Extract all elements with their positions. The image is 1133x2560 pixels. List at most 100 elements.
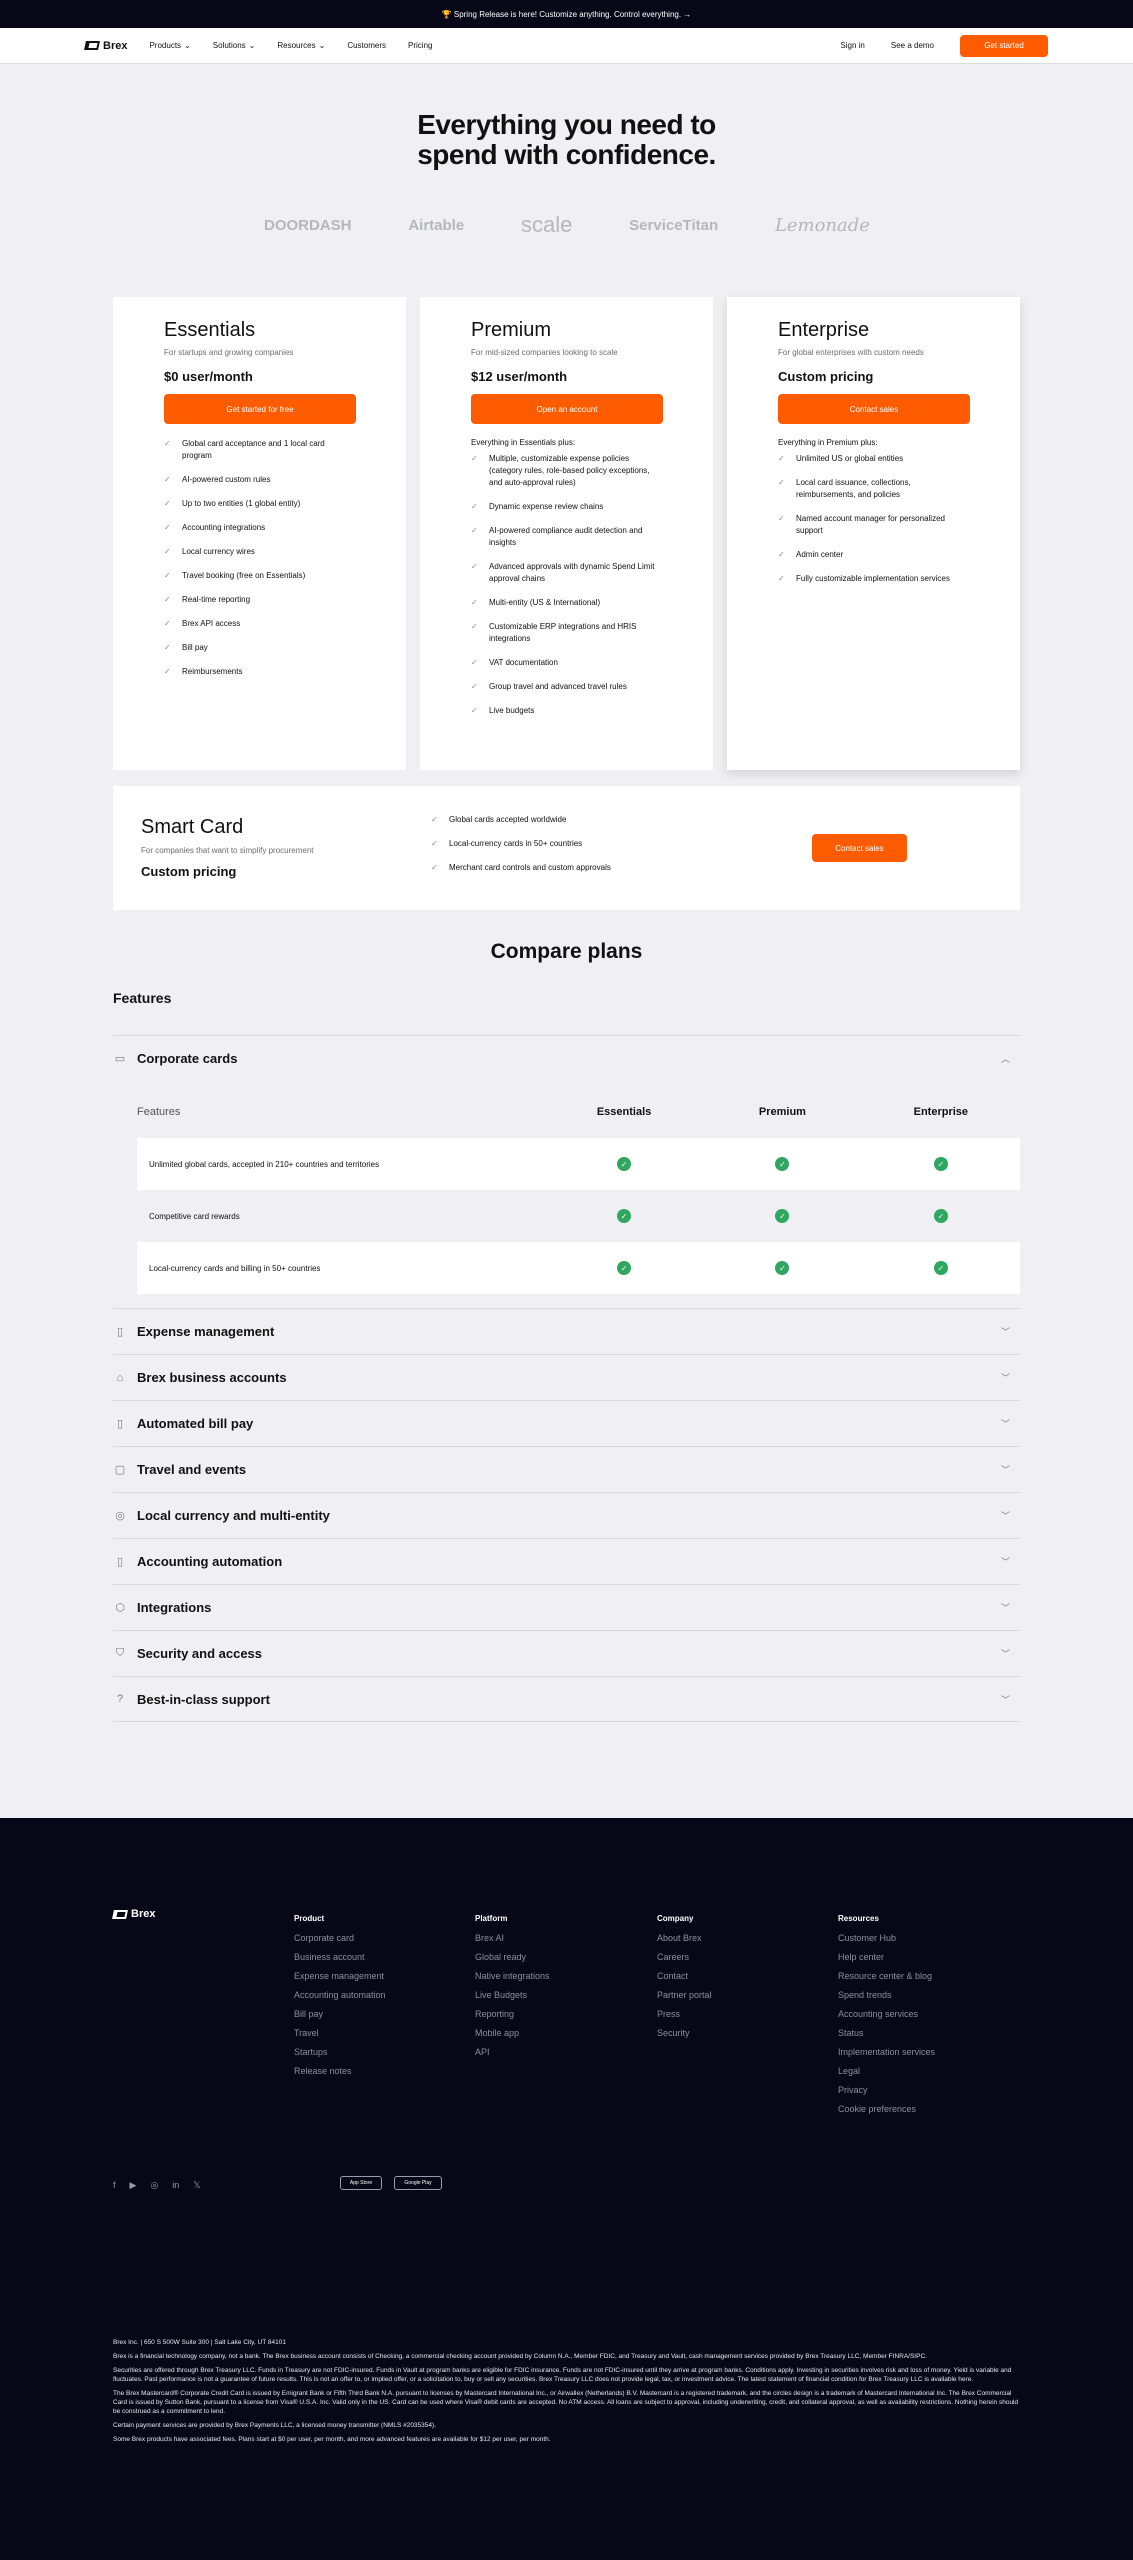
footer-link[interactable]: Business account (294, 1948, 386, 1967)
footer-link[interactable]: API (475, 2043, 550, 2062)
nav-resources[interactable]: Resources ⌄ (277, 41, 325, 50)
check-icon: ✓ (471, 622, 478, 631)
accordion-bill-pay[interactable]: ▯ Automated bill pay ﹀ (113, 1400, 1020, 1446)
footer-brex-logo[interactable]: Brex (112, 1908, 155, 1920)
footer-link[interactable]: Startups (294, 2043, 386, 2062)
youtube-icon[interactable]: ▶ (130, 2180, 137, 2191)
nav-solutions[interactable]: Solutions ⌄ (213, 41, 256, 50)
customer-logos: DOORDASH Airtable scale ServiceTitan Lem… (264, 212, 870, 238)
accordion-travel-events[interactable]: ▢ Travel and events ﹀ (113, 1446, 1020, 1492)
footer-link[interactable]: Corporate card (294, 1929, 386, 1948)
chevron-down-icon: ﹀ (1000, 1511, 1010, 1521)
get-started-free-button[interactable]: Get started for free (164, 394, 356, 424)
footer-link[interactable]: Native integrations (475, 1967, 550, 1986)
footer-link[interactable]: Careers (657, 1948, 712, 1967)
plan-feature: ✓ AI-powered custom rules (164, 475, 271, 484)
plan-feature: ✓ VAT documentation (471, 658, 558, 667)
footer-link[interactable]: Cookie preferences (838, 2100, 935, 2119)
plan-name: Enterprise (778, 319, 870, 341)
plan-feature: ✓ Advanced approvals with dynamic Spend L… (471, 562, 655, 583)
top-nav: Brex Products ⌄ Solutions ⌄ Resources ⌄ Cus… (0, 28, 1133, 64)
plan-feature: ✓ Real-time reporting (164, 595, 251, 604)
chevron-down-icon: ⌄ (184, 41, 191, 50)
footer-link[interactable]: Contact (657, 1967, 712, 1986)
accordion-corporate-cards[interactable]: ▭ Corporate cards ︿ (113, 1035, 1020, 1081)
plan-subtitle: For startups and growing companies (164, 348, 294, 357)
sign-in-link[interactable]: Sign in (840, 41, 864, 50)
table-row: Unlimited global cards, accepted in 210+… (137, 1138, 1020, 1190)
plan-feature: ✓ Named account manager for personalized … (778, 514, 945, 535)
facebook-icon[interactable]: f (113, 2180, 116, 2191)
footer-link[interactable]: Reporting (475, 2005, 550, 2024)
footer-link[interactable]: Expense management (294, 1967, 386, 1986)
plan-features: ✓ Global cards accepted worldwide ✓ Local-… (431, 814, 611, 886)
check-circle-icon: ✓ (933, 1261, 948, 1275)
plan-feature: ✓ Brex API access (164, 619, 241, 628)
footer-link[interactable]: Status (838, 2024, 935, 2043)
servicetitan-logo: ServiceTitan (629, 216, 719, 234)
nav-customers[interactable]: Customers (347, 41, 386, 50)
footer-link[interactable]: Bill pay (294, 2005, 386, 2024)
announcement-banner[interactable]: 🏆 Spring Release is here! Customize anyt… (0, 0, 1133, 28)
footer-link[interactable]: Travel (294, 2024, 386, 2043)
footer-link[interactable]: Live Budgets (475, 1986, 550, 2005)
plan-subtitle: For global enterprises with custom needs (778, 348, 924, 357)
google-play-badge[interactable]: Google Play (394, 2176, 442, 2190)
accordion-integrations[interactable]: ⬡ Integrations ﹀ (113, 1584, 1020, 1630)
smart-card-contact-sales-button[interactable]: Contact sales (812, 834, 907, 862)
check-circle-icon: ✓ (933, 1209, 948, 1223)
app-store-badge[interactable]: App Store (340, 2176, 382, 2190)
footer-link[interactable]: Brex AI (475, 1929, 550, 1948)
get-started-button[interactable]: Get started (960, 34, 1048, 57)
see-demo-link[interactable]: See a demo (891, 41, 934, 50)
accordion-accounting-automation[interactable]: ▯ Accounting automation ﹀ (113, 1538, 1020, 1584)
accordion-security-access[interactable]: ⛉ Security and access ﹀ (113, 1630, 1020, 1676)
plan-features: ✓ Unlimited US or global entities ✓ Local … (778, 453, 969, 585)
contact-sales-button[interactable]: Contact sales (778, 394, 970, 424)
compare-table-header: Features Essentials Premium Enterprise (137, 1106, 969, 1118)
puzzle-icon: ⬡ (115, 1602, 125, 1614)
footer-link[interactable]: Resource center & blog (838, 1967, 935, 1986)
instagram-icon[interactable]: ◎ (150, 2180, 158, 2191)
footer-link[interactable]: Help center (838, 1948, 935, 1967)
footer-link[interactable]: Global ready (475, 1948, 550, 1967)
footer-link[interactable]: Customer Hub (838, 1929, 935, 1948)
plan-features: ✓ Multiple, customizable expense policies… (471, 453, 662, 717)
footer-link[interactable]: Legal (838, 2062, 935, 2081)
nav-products[interactable]: Products ⌄ (149, 41, 190, 50)
hero-title: Everything you need to spend with confide… (417, 109, 716, 170)
footer-link[interactable]: Mobile app (475, 2024, 550, 2043)
footer-link[interactable]: Accounting automation (294, 1986, 386, 2005)
plan-feature: ✓ Multi-entity (US & International) (471, 598, 601, 607)
plan-feature: ✓ Live budgets (471, 706, 535, 715)
chevron-down-icon: ﹀ (1000, 1327, 1010, 1337)
footer-link[interactable]: Privacy (838, 2081, 935, 2100)
plan-feature: ✓ Bill pay (164, 643, 208, 652)
legal-text: Brex Inc. | 650 S 500W Suite 300 | Salt … (113, 2339, 286, 2346)
brex-logo-icon (84, 41, 100, 50)
footer-link[interactable]: Security (657, 2024, 712, 2043)
linkedin-icon[interactable]: in (172, 2180, 179, 2191)
check-icon: ✓ (778, 478, 785, 487)
nav-pricing[interactable]: Pricing (408, 41, 432, 50)
footer-link[interactable]: Release notes (294, 2062, 386, 2081)
plan-name: Premium (471, 319, 552, 341)
accordion-local-currency[interactable]: ◎ Local currency and multi-entity ﹀ (113, 1492, 1020, 1538)
banner-text[interactable]: 🏆 Spring Release is here! Customize anyt… (442, 10, 692, 19)
accordion-expense-management[interactable]: ▯ Expense management ﹀ (113, 1308, 1020, 1354)
footer-link[interactable]: Partner portal (657, 1986, 712, 2005)
open-account-button[interactable]: Open an account (471, 394, 663, 424)
footer-link[interactable]: About Brex (657, 1929, 712, 1948)
x-icon[interactable]: 𝕏 (193, 2180, 200, 2191)
accordion-business-accounts[interactable]: ⌂ Brex business accounts ﹀ (113, 1354, 1020, 1400)
table-row: Competitive card rewards ✓ ✓ ✓ (137, 1190, 1020, 1242)
footer-link[interactable]: Implementation services (838, 2043, 935, 2062)
check-icon: ✓ (471, 526, 478, 535)
footer-link[interactable]: Press (657, 2005, 712, 2024)
footer-link[interactable]: Accounting services (838, 2005, 935, 2024)
chevron-down-icon: ﹀ (1000, 1557, 1010, 1567)
footer-link[interactable]: Spend trends (838, 1986, 935, 2005)
footer-column-company: Company About Brex Careers Contact Partn… (657, 1914, 712, 2043)
accordion-support[interactable]: ? Best-in-class support ﹀ (113, 1676, 1020, 1722)
brex-logo[interactable]: Brex (84, 40, 127, 52)
